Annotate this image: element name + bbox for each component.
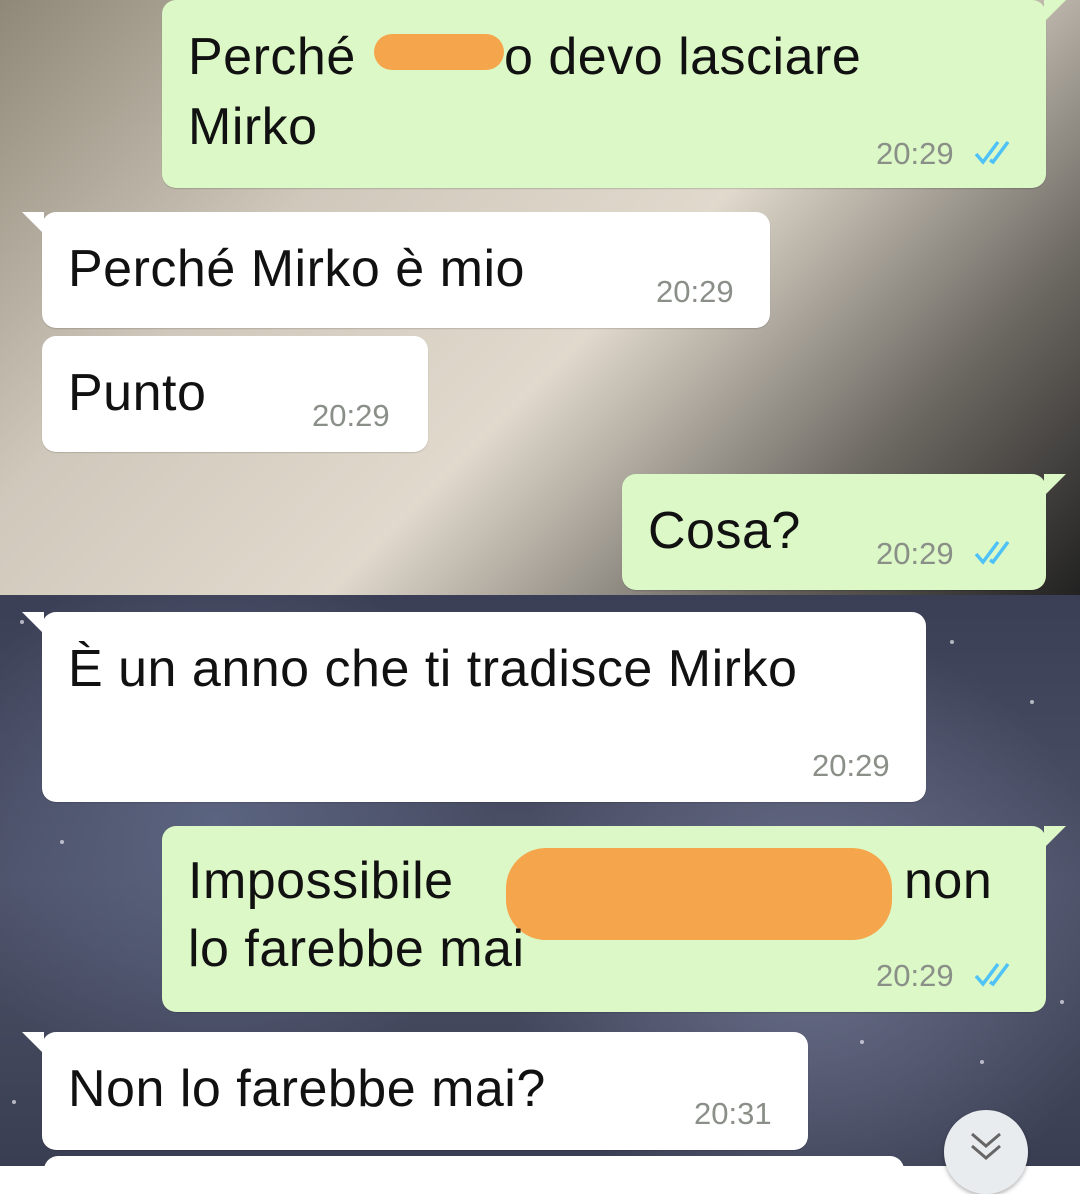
message-text: Impossibile: [188, 852, 454, 910]
double-check-icon: [974, 140, 1010, 165]
message-bubble-partial[interactable]: [44, 1156, 904, 1186]
message-text: lo farebbe mai: [188, 920, 525, 978]
redaction-mark: [506, 848, 892, 940]
wallpaper-sparkle: [1060, 1000, 1064, 1004]
message-time: 20:29: [876, 958, 954, 993]
double-check-icon: [974, 540, 1010, 565]
message-bubble-incoming[interactable]: Punto 20:29: [42, 336, 428, 452]
message-text: Perché: [188, 28, 356, 86]
message-time: 20:31: [694, 1096, 772, 1131]
message-bubble-incoming[interactable]: Perché Mirko è mio 20:29: [22, 212, 770, 328]
message-bubble-outgoing[interactable]: Impossibile non lo farebbe mai 20:29: [162, 826, 1066, 1012]
message-bubble-incoming[interactable]: È un anno che ti tradisce Mirko 20:29: [22, 612, 926, 802]
wallpaper-sparkle: [60, 840, 64, 844]
wallpaper-sparkle: [980, 1060, 984, 1064]
wallpaper-sparkle: [1030, 700, 1034, 704]
message-bubble-outgoing[interactable]: Cosa? 20:29: [622, 474, 1066, 590]
wallpaper-sparkle: [950, 640, 954, 644]
message-time: 20:29: [876, 136, 954, 171]
message-bubble-incoming[interactable]: Non lo farebbe mai? 20:31: [22, 1032, 808, 1150]
double-check-icon: [974, 962, 1010, 987]
message-text: Perché Mirko è mio: [68, 240, 525, 298]
message-time: 20:29: [876, 536, 954, 571]
message-time: 20:29: [812, 748, 890, 783]
wallpaper-sparkle: [860, 1040, 864, 1044]
message-time: 20:29: [312, 398, 390, 433]
message-text: È un anno che ti tradisce Mirko: [68, 640, 798, 698]
message-bubble-outgoing[interactable]: Perché o devo lasciare Mirko 20:29: [162, 0, 1066, 188]
wallpaper-sparkle: [12, 1100, 16, 1104]
message-text: o devo lasciare: [504, 28, 862, 86]
message-text: Punto: [68, 364, 207, 422]
redaction-mark: [374, 34, 504, 70]
message-text: Non lo farebbe mai?: [68, 1060, 546, 1118]
message-text: Cosa?: [648, 502, 801, 560]
message-text: non: [904, 852, 993, 910]
double-chevron-down-icon: [971, 1132, 1001, 1160]
scroll-to-bottom-button[interactable]: [944, 1110, 1028, 1194]
message-time: 20:29: [656, 274, 734, 309]
message-text: Mirko: [188, 98, 318, 156]
